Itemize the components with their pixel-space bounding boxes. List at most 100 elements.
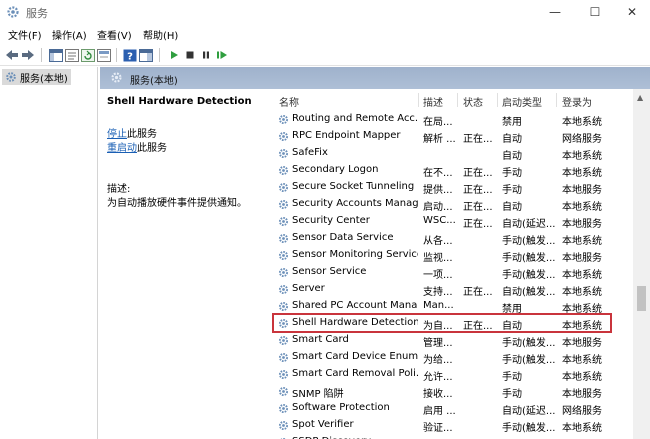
service-status-cell: 正在... <box>463 202 493 213</box>
table-row[interactable]: Smart Card Device Enum... 为给... 手动(触发... 本地… <box>270 349 636 366</box>
service-startup-type-cell: 手动 <box>502 185 522 196</box>
back-button[interactable] <box>4 47 20 63</box>
start-service-button[interactable] <box>166 47 182 63</box>
stop-service-button[interactable] <box>182 47 198 63</box>
gear-icon <box>278 131 289 145</box>
restart-service-button[interactable] <box>214 47 230 63</box>
service-name-cell: SafeFix <box>292 147 328 158</box>
service-logon-cell: 本地系统 <box>562 372 602 383</box>
gear-icon <box>278 335 289 349</box>
service-status-cell: 正在... <box>463 168 493 179</box>
properties-button[interactable] <box>64 47 80 63</box>
service-startup-type-cell: 自动 <box>502 134 522 145</box>
table-row[interactable]: Sensor Service 一项... 手动(触发... 本地系统 <box>270 264 636 281</box>
column-header-description[interactable]: 描述 <box>423 94 443 109</box>
maximize-button[interactable]: ☐ <box>575 0 615 24</box>
minimize-button[interactable]: — <box>535 0 575 24</box>
table-row[interactable]: Sensor Data Service 从各... 手动(触发... 本地系统 <box>270 230 636 247</box>
service-description-cell: 支持... <box>423 287 453 298</box>
services-tree-icon <box>6 72 16 82</box>
service-status-cell: 正在... <box>463 185 493 196</box>
service-startup-type-cell: 手动 <box>502 168 522 179</box>
service-logon-cell: 本地服务 <box>562 219 602 230</box>
service-logon-cell: 本地服务 <box>562 389 602 400</box>
service-description-cell: 提供... <box>423 185 453 196</box>
pane-header: 服务(本地) <box>100 67 650 89</box>
service-logon-cell: 本地服务 <box>562 185 602 196</box>
table-row[interactable]: Smart Card Removal Poli... 允许... 手动 本地系统 <box>270 366 636 383</box>
table-row[interactable]: Server 支持... 正在... 自动(触发... 本地系统 <box>270 281 636 298</box>
menu-action[interactable]: 操作(A) <box>52 27 87 42</box>
service-startup-type-cell: 禁用 <box>502 117 522 128</box>
service-startup-type-cell: 自动(延迟... <box>502 219 556 230</box>
gear-icon <box>278 386 289 400</box>
pane-header-title: 服务(本地) <box>130 76 178 87</box>
export-button[interactable] <box>96 47 112 63</box>
gear-icon <box>278 233 289 247</box>
table-row[interactable]: Software Protection 启用 ... 自动(延迟... 网络服务 <box>270 400 636 417</box>
menu-file[interactable]: 文件(F) <box>8 27 42 42</box>
column-header-name[interactable]: 名称 <box>279 94 299 109</box>
service-status-cell: 正在... <box>463 287 493 298</box>
service-logon-cell: 本地系统 <box>562 117 602 128</box>
table-row[interactable]: Smart Card 管理... 手动(触发... 本地服务 <box>270 332 636 349</box>
gear-icon <box>278 199 289 213</box>
description-text: 为自动播放硬件事件提供通知。 <box>107 198 247 209</box>
table-row[interactable]: SNMP 陷阱 接收... 手动 本地服务 <box>270 383 636 400</box>
service-logon-cell: 本地服务 <box>562 338 602 349</box>
vertical-scrollbar[interactable]: ▲ <box>633 89 650 439</box>
gear-icon <box>278 267 289 281</box>
selected-service-name: Shell Hardware Detection <box>107 96 252 107</box>
table-row[interactable]: Security Center WSC... 正在... 自动(延迟... 本地服务 <box>270 213 636 230</box>
table-row[interactable]: Secondary Logon 在不... 正在... 手动 本地系统 <box>270 162 636 179</box>
service-logon-cell: 本地系统 <box>562 236 602 247</box>
forward-button[interactable] <box>20 47 36 63</box>
table-row[interactable]: Spot Verifier 验证... 手动(触发... 本地系统 <box>270 417 636 434</box>
table-row[interactable]: RPC Endpoint Mapper 解析 ... 正在... 自动 网络服务 <box>270 128 636 145</box>
table-row[interactable]: SafeFix 自动 本地系统 <box>270 145 636 162</box>
service-description-cell: WSC... <box>423 215 456 226</box>
table-row[interactable]: Sensor Monitoring Service 监视... 手动(触发... 本地… <box>270 247 636 264</box>
restart-link[interactable]: 重启动 <box>107 143 137 154</box>
service-description-cell: 从各... <box>423 236 453 247</box>
pause-service-button[interactable] <box>198 47 214 63</box>
service-name-cell: RPC Endpoint Mapper <box>292 130 401 141</box>
gear-icon <box>278 250 289 264</box>
column-header-startup-type[interactable]: 启动类型 <box>502 94 542 109</box>
service-startup-type-cell: 手动(触发... <box>502 355 556 366</box>
scroll-up-icon[interactable]: ▲ <box>637 93 643 102</box>
table-row[interactable]: SSDP Discovery当发...正在...手动本地服务 <box>270 434 636 439</box>
table-row[interactable]: Security Accounts Manag... 启动... 正在... 自动 本地… <box>270 196 636 213</box>
close-button[interactable]: ✕ <box>612 0 650 24</box>
panel-icon <box>139 48 153 62</box>
menu-help[interactable]: 帮助(H) <box>143 27 178 42</box>
menu-view[interactable]: 查看(V) <box>97 27 132 42</box>
column-header-status[interactable]: 状态 <box>463 94 483 109</box>
service-startup-type-cell: 手动(触发... <box>502 338 556 349</box>
services-header-icon <box>110 71 123 87</box>
tree-item-services-local[interactable]: 服务(本地) <box>2 69 71 85</box>
column-header-logon-as[interactable]: 登录为 <box>562 94 592 109</box>
forward-arrow-icon <box>22 50 34 60</box>
gear-icon <box>278 182 289 196</box>
maximize-icon: ☐ <box>589 5 601 19</box>
show-tree-button[interactable] <box>48 47 64 63</box>
service-description-cell: 启用 ... <box>423 406 456 417</box>
table-row[interactable]: Routing and Remote Acc... 在局... 禁用 本地系统 <box>270 111 636 128</box>
service-description-cell: Man... <box>423 300 454 311</box>
properties-icon <box>65 48 79 62</box>
scrollbar-thumb[interactable] <box>637 286 646 311</box>
service-logon-cell: 网络服务 <box>562 134 602 145</box>
service-logon-cell: 本地系统 <box>562 287 602 298</box>
play-icon <box>171 51 178 59</box>
stop-icon <box>186 51 194 59</box>
restart-link-suffix: 此服务 <box>137 143 167 154</box>
refresh-button[interactable] <box>80 47 96 63</box>
service-logon-cell: 网络服务 <box>562 406 602 417</box>
table-row[interactable]: Secure Socket Tunneling ... 提供... 正在... 手动 本… <box>270 179 636 196</box>
menu-bar: 文件(F) 操作(A) 查看(V) 帮助(H) <box>0 24 650 44</box>
help-button[interactable]: ? <box>122 47 138 63</box>
gear-icon <box>278 403 289 417</box>
panel-button[interactable] <box>138 47 154 63</box>
service-name-cell: Security Accounts Manag... <box>292 198 418 209</box>
